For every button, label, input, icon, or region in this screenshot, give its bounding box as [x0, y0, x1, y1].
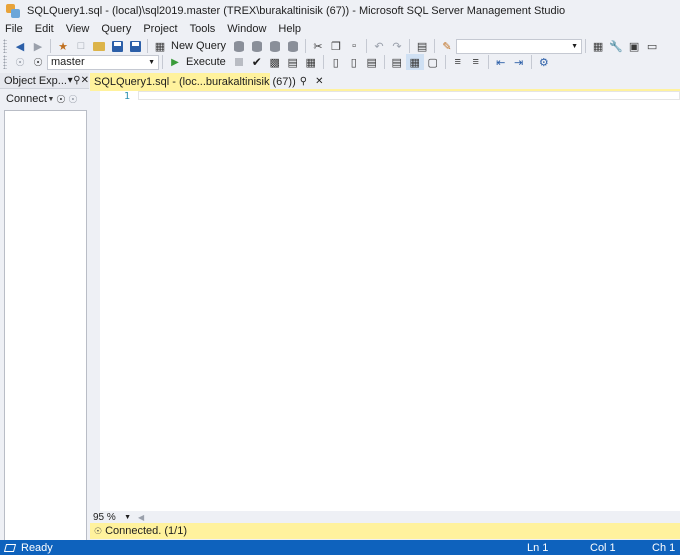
query-editor[interactable]: 1 [90, 91, 680, 511]
parse-icon[interactable]: ✔ [248, 54, 266, 70]
toolbar-grip[interactable] [3, 39, 7, 53]
execute-button[interactable]: Execute [184, 56, 230, 68]
connected-icon: ☉ [94, 525, 103, 536]
zoom-select[interactable]: 95 % ▼ [90, 512, 134, 523]
estimated-plan-icon[interactable]: ▩ [266, 54, 284, 70]
editor-zoom-bar: 95 % ▼ ◀ [90, 511, 680, 523]
current-line-highlight [138, 91, 680, 100]
menu-bar: File Edit View Query Project Tools Windo… [0, 22, 680, 36]
results-file-icon[interactable]: ▢ [424, 54, 442, 70]
output-window-icon[interactable] [3, 543, 17, 552]
status-line: Ln 1 [527, 541, 549, 554]
decrease-indent-icon[interactable]: ⇤ [492, 54, 510, 70]
client-stats-icon[interactable]: ▤ [363, 54, 381, 70]
chevron-down-icon: ▼ [148, 58, 155, 66]
database-select[interactable]: master ▼ [47, 54, 159, 70]
specify-values-icon[interactable]: ⚙ [535, 54, 553, 70]
menu-help[interactable]: Help [273, 23, 308, 35]
execute-icon[interactable]: ▶ [166, 54, 184, 70]
object-explorer-toolbar: Connect ▼ ☉ ☉ [0, 89, 89, 109]
tab-title: SQLQuery1.sql - (loc...burakaltinisik (6… [94, 75, 296, 88]
line-number-gutter: 1 [100, 91, 138, 511]
connection-status-bar: ☉ Connected. (1/1) [90, 523, 680, 539]
status-char: Ch 1 [652, 541, 676, 554]
pin-icon[interactable]: ⚲ [296, 76, 311, 87]
menu-query[interactable]: Query [96, 23, 138, 35]
toolbar-grip[interactable] [3, 55, 7, 69]
results-text-icon[interactable]: ▤ [388, 54, 406, 70]
document-tab-strip: SQLQuery1.sql - (loc...burakaltinisik (6… [90, 73, 680, 90]
chevron-down-icon[interactable]: ▼ [47, 91, 55, 107]
menu-project[interactable]: Project [138, 23, 184, 35]
scroll-left-icon[interactable]: ◀ [138, 513, 144, 522]
status-column: Col 1 [590, 541, 616, 554]
comment-icon[interactable]: ≡ [449, 54, 467, 70]
editor-margin [90, 91, 100, 511]
menu-edit[interactable]: Edit [30, 23, 61, 35]
line-number: 1 [123, 91, 130, 102]
menu-tools[interactable]: Tools [185, 23, 223, 35]
object-explorer-tree[interactable] [4, 110, 87, 541]
close-icon[interactable]: ✕ [311, 76, 327, 87]
menu-window[interactable]: Window [222, 23, 273, 35]
results-grid-icon[interactable]: ▦ [405, 54, 424, 70]
title-bar: SQLQuery1.sql - (local)\sql2019.master (… [0, 0, 680, 22]
connection-status-text: Connected. (1/1) [105, 525, 188, 537]
connect-plug-icon[interactable]: ☉ [55, 91, 67, 107]
menu-view[interactable]: View [61, 23, 97, 35]
ssms-logo-icon [5, 3, 21, 19]
cancel-query-icon[interactable] [230, 54, 248, 70]
window-title: SQLQuery1.sql - (local)\sql2019.master (… [27, 5, 566, 17]
sql-editor-toolbar: ☉ ☉ master ▼ ▶ Execute ✔ ▩ ▤ ▦ ▯ ▯ ▤ ▤ ▦… [0, 52, 680, 72]
pin-icon[interactable]: ⚲ [73, 75, 80, 86]
new-query-button[interactable]: New Query [169, 40, 230, 52]
tab-sqlquery1[interactable]: SQLQuery1.sql - (loc...burakaltinisik (6… [90, 73, 323, 90]
query-designer-icon[interactable]: ▤ [284, 54, 302, 70]
object-explorer-header: Object Exp... ▾ ⚲ ✕ [0, 73, 89, 89]
status-bar: Ready Ln 1 Col 1 Ch 1 [0, 540, 680, 555]
database-value: master [51, 56, 85, 68]
connect-button[interactable]: Connect [6, 93, 47, 105]
increase-indent-icon[interactable]: ⇥ [510, 54, 528, 70]
connect-icon[interactable]: ☉ [11, 54, 29, 70]
include-plan-icon[interactable]: ▯ [327, 54, 345, 70]
object-explorer-title: Object Exp... [4, 74, 67, 87]
close-icon[interactable]: ✕ [81, 75, 89, 86]
chevron-down-icon: ▼ [124, 513, 131, 521]
results-to-icon[interactable]: ▦ [302, 54, 320, 70]
live-stats-icon[interactable]: ▯ [345, 54, 363, 70]
zoom-value: 95 % [93, 511, 116, 523]
change-connection-icon[interactable]: ☉ [29, 54, 47, 70]
menu-file[interactable]: File [0, 23, 30, 35]
uncomment-icon[interactable]: ≡ [467, 54, 485, 70]
status-ready: Ready [21, 541, 53, 554]
disconnect-icon[interactable]: ☉ [67, 91, 79, 107]
